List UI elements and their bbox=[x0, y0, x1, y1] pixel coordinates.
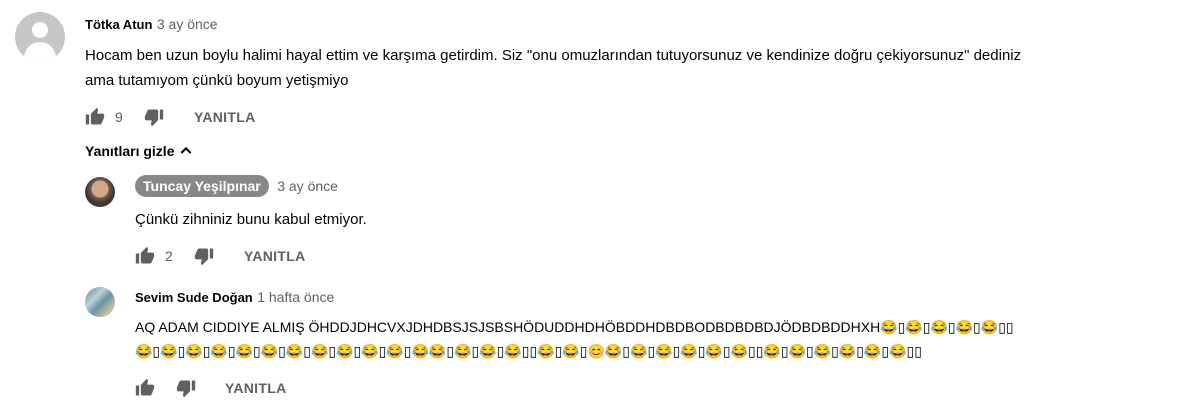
comment-actions: 9 YANITLA bbox=[85, 107, 385, 129]
reply-actions: YANITLA bbox=[135, 378, 435, 400]
like-count: 9 bbox=[115, 109, 123, 125]
comment-time[interactable]: 3 ay önce bbox=[157, 16, 218, 32]
thumbs-up-icon[interactable] bbox=[135, 378, 155, 398]
thumbs-up-icon[interactable] bbox=[85, 107, 105, 127]
reply-time[interactable]: 3 ay önce bbox=[277, 178, 338, 194]
comment-header: Tötka Atun 3 ay önce bbox=[85, 16, 218, 34]
hide-replies-toggle[interactable]: Yanıtları gizle bbox=[85, 143, 194, 159]
comment-text-line: Hocam ben uzun boylu halimi hayal ettim … bbox=[85, 47, 1022, 64]
like-count: 2 bbox=[165, 248, 173, 264]
avatar-body-shape bbox=[24, 42, 56, 62]
reply-button[interactable]: YANITLA bbox=[194, 109, 255, 125]
reply-text-line: AQ ADAM CIDDIYE ALMIŞ ÖHDDJDHCVXJDHDBSJS… bbox=[135, 319, 1014, 335]
reply-actions: 2 YANITLA bbox=[135, 246, 435, 268]
reply-author[interactable]: Sevim Sude Doğan bbox=[135, 290, 253, 305]
hide-replies-label: Yanıtları gizle bbox=[85, 143, 175, 159]
comment-author[interactable]: Tötka Atun bbox=[85, 17, 152, 32]
channel-owner-badge[interactable]: Tuncay Yeşilpınar bbox=[135, 175, 269, 197]
comment-text-line: ama tutamıyom çünkü boyum yetişmiyo bbox=[85, 72, 349, 89]
reply-avatar[interactable] bbox=[85, 177, 115, 207]
thumbs-up-icon[interactable] bbox=[135, 246, 155, 266]
reply-time[interactable]: 1 hafta önce bbox=[257, 289, 334, 305]
avatar[interactable] bbox=[15, 12, 65, 62]
avatar-head-shape bbox=[32, 22, 48, 38]
reply-text: Çünkü zihniniz bunu kabul etmiyor. bbox=[135, 211, 367, 228]
thumbs-down-icon[interactable] bbox=[144, 107, 164, 127]
reply-avatar[interactable] bbox=[85, 287, 115, 317]
reply-header: Tuncay Yeşilpınar 3 ay önce bbox=[135, 175, 338, 197]
chevron-up-icon bbox=[181, 146, 192, 154]
thumbs-down-icon[interactable] bbox=[176, 378, 196, 398]
reply-text: AQ ADAM CIDDIYE ALMIŞ ÖHDDJDHCVXJDHDBSJS… bbox=[135, 315, 1195, 363]
reply-text-line: 😂▯😂▯😂▯😂▯😂▯😂▯😂▯😂▯😂▯😂▯😂▯😂😂▯😂▯😂▯😂▯▯😂▯😂▯😊😂▯😂… bbox=[135, 343, 922, 359]
thumbs-down-icon[interactable] bbox=[194, 246, 214, 266]
reply-header: Sevim Sude Doğan 1 hafta önce bbox=[135, 289, 334, 307]
reply-button[interactable]: YANITLA bbox=[225, 380, 286, 396]
comment-text: Hocam ben uzun boylu halimi hayal ettim … bbox=[85, 43, 1185, 93]
reply-button[interactable]: YANITLA bbox=[244, 248, 305, 264]
